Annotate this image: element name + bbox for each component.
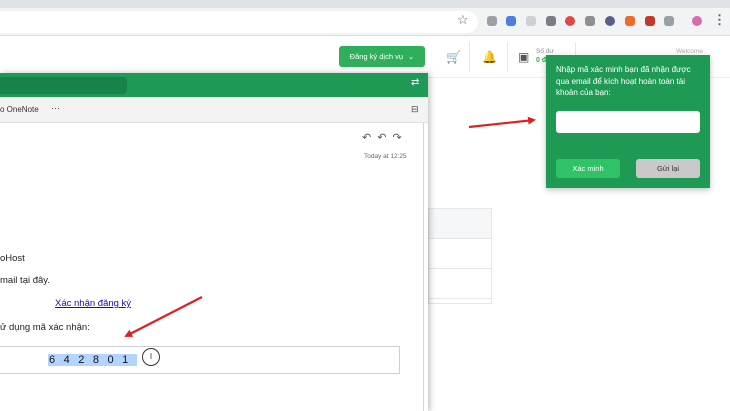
mail-search-box[interactable] <box>0 77 127 94</box>
forward-icon[interactable]: ↷ <box>392 131 401 144</box>
verification-code-box: 642801 I <box>0 346 400 374</box>
cart-icon[interactable]: 🛒 <box>446 50 461 64</box>
extension-icon-5[interactable] <box>565 16 575 26</box>
browser-toolbar: ☆ ⋮ <box>0 8 730 36</box>
puzzle-icon[interactable] <box>664 16 674 26</box>
extension-icon-3[interactable] <box>526 16 536 26</box>
translate-extension-icon[interactable] <box>506 16 516 26</box>
verify-button[interactable]: Xác minh <box>556 159 620 178</box>
mail-text-line: oHost <box>0 253 25 264</box>
mail-ribbon: o OneNote ··· ⊟ <box>0 97 428 123</box>
browser-menu-icon[interactable]: ⋮ <box>713 12 726 28</box>
header-divider <box>507 42 508 72</box>
extension-icon-9[interactable] <box>645 16 655 26</box>
send-to-onenote-item[interactable]: o OneNote <box>0 105 39 114</box>
arrow-to-input <box>468 116 536 129</box>
reply-actions: ↶ ↶ ↷ <box>362 131 402 144</box>
browser-tab-strip <box>0 0 730 8</box>
reading-pane-icon[interactable]: ⊟ <box>411 104 419 115</box>
verification-popup: Nhập mã xác minh bạn đã nhận được qua em… <box>546 55 710 188</box>
register-service-button[interactable]: Đăng ký dịch vụ ⌄ <box>339 46 425 67</box>
mail-body: ↶ ↶ ↷ Today at 12:25 oHost mail tại đây.… <box>0 123 424 411</box>
mail-titlebar: ⇄ <box>0 73 428 97</box>
verification-code-input[interactable] <box>556 111 700 133</box>
balance-value: 0 đ <box>536 57 547 64</box>
bell-icon[interactable]: 🔔 <box>482 50 497 64</box>
table-row <box>429 209 491 239</box>
background-table <box>428 208 492 304</box>
feedback-icon[interactable]: ⇄ <box>411 77 419 88</box>
table-row <box>429 239 491 269</box>
address-bar[interactable] <box>0 11 478 33</box>
extension-icon-8[interactable] <box>625 16 635 26</box>
extension-icon-4[interactable] <box>546 16 556 26</box>
profile-avatar-icon[interactable] <box>692 16 702 26</box>
extension-icon-6[interactable] <box>585 16 595 26</box>
balance-label: Số dư <box>536 48 554 55</box>
header-divider <box>469 42 470 72</box>
mail-timestamp: Today at 12:25 <box>364 153 407 160</box>
register-service-label: Đăng ký dịch vụ <box>349 52 404 61</box>
welcome-text: Welcome <box>676 48 703 55</box>
text-cursor-icon: I <box>142 348 160 366</box>
extension-icon-7[interactable] <box>605 16 615 26</box>
mail-text-line: ử dụng mã xác nhận: <box>0 322 90 333</box>
reply-all-icon[interactable]: ↶ <box>377 131 386 144</box>
camera-extension-icon[interactable] <box>487 16 497 26</box>
chevron-down-icon: ⌄ <box>408 52 415 61</box>
table-row <box>429 269 491 299</box>
reply-icon[interactable]: ↶ <box>362 131 371 144</box>
email-window: ⇄ o OneNote ··· ⊟ ↶ ↶ ↷ Today at 12:25 o… <box>0 73 428 411</box>
verification-prompt: Nhập mã xác minh bạn đã nhận được qua em… <box>556 65 691 97</box>
wallet-icon: ▣ <box>518 50 530 64</box>
resend-button[interactable]: Gửi lại <box>636 159 700 178</box>
verification-code[interactable]: 642801 <box>48 354 137 366</box>
confirm-registration-link[interactable]: Xác nhận đăng ký <box>55 298 131 309</box>
star-icon[interactable]: ☆ <box>457 12 469 28</box>
mail-text-line: mail tại đây. <box>0 275 50 286</box>
more-options-icon[interactable]: ··· <box>51 103 60 113</box>
